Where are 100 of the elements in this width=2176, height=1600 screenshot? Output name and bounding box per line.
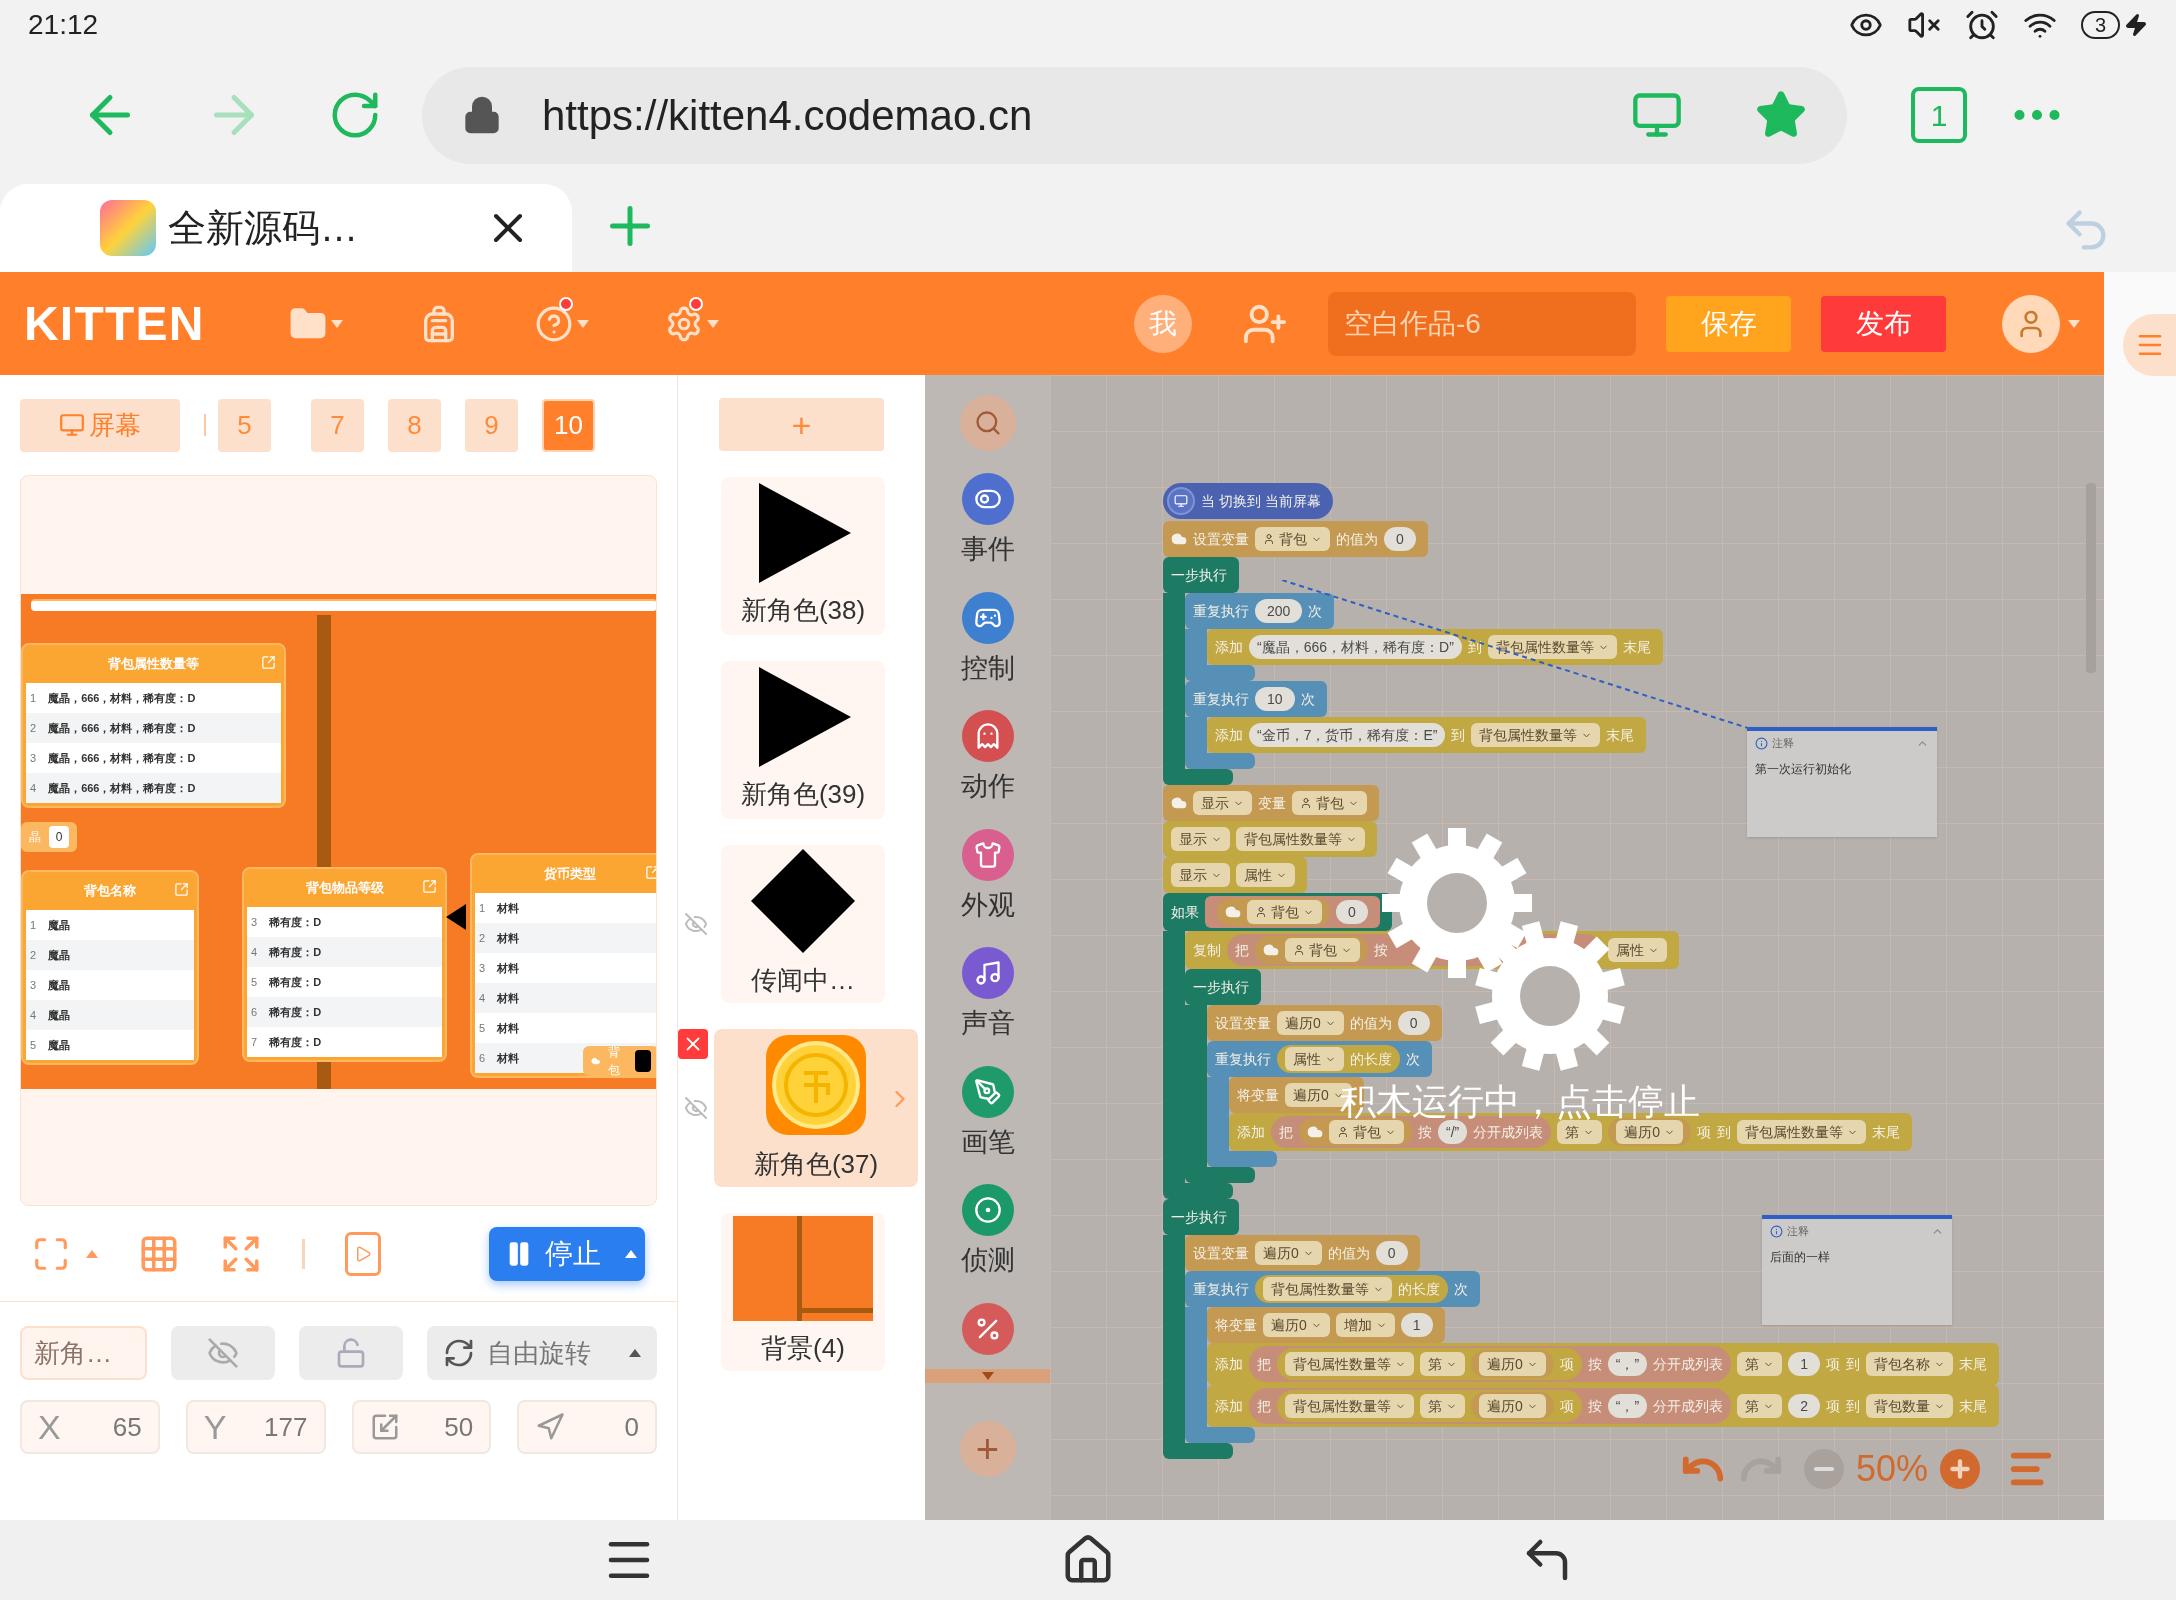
code-block[interactable]: 设置变量 遍历0 的值为 0 [1207, 1005, 1442, 1041]
code-block[interactable]: 重复执行 200 次 [1185, 593, 1335, 629]
block-dropdown[interactable]: 背包属性数量等 [1236, 827, 1365, 851]
export-icon[interactable] [261, 655, 276, 670]
number-input[interactable]: 1 [1788, 1352, 1820, 1376]
code-block[interactable]: 显示 变量 背包 [1163, 785, 1379, 821]
stop-button[interactable]: 停止 [489, 1226, 645, 1281]
text-input[interactable]: “金币，7，货币，稀有度：E” [1249, 723, 1446, 747]
address-bar[interactable]: https://kitten4.codemao.cn [422, 66, 1847, 164]
number-input[interactable]: 1 [1400, 1313, 1433, 1337]
hidden-icon[interactable] [684, 1096, 708, 1120]
number-input[interactable]: 2 [1788, 1394, 1820, 1418]
motion-category-button[interactable] [961, 710, 1014, 762]
block-dropdown[interactable]: 属性 [1236, 863, 1295, 887]
comment-note[interactable]: 注释 第一次运行初始化 [1747, 727, 1937, 837]
block-dropdown[interactable]: 显示 [1193, 791, 1252, 815]
rotation-dropdown[interactable]: 自由旋转 [427, 1326, 657, 1380]
sound-category-button[interactable] [961, 947, 1014, 999]
number-input[interactable]: 0 [1375, 1241, 1408, 1265]
event-category-button[interactable] [961, 473, 1014, 525]
code-block[interactable]: 如果 背包 0 [1163, 893, 1392, 931]
block-dropdown[interactable]: 背包属性数量等 [1285, 1352, 1414, 1376]
text-input[interactable]: “，” [1607, 1352, 1648, 1376]
block-dropdown[interactable]: 背包 [1247, 900, 1322, 924]
code-block[interactable]: 显示 属性 [1163, 857, 1307, 893]
number-input[interactable]: 10 [1255, 687, 1295, 711]
block-dropdown[interactable]: 背包属性数量等 [1471, 723, 1601, 747]
block-dropdown[interactable]: 背包数量 [1865, 1394, 1953, 1418]
number-input[interactable]: 200 [1255, 599, 1303, 623]
reporter-block[interactable]: 属性 的长度 [1277, 1045, 1400, 1073]
category-label[interactable]: 声音 [960, 1003, 1015, 1044]
code-block[interactable]: 显示 背包属性数量等 [1163, 821, 1377, 857]
reporter-block[interactable]: 背包属性数量等 第 遍历0 项 [1277, 1348, 1582, 1380]
block-dropdown[interactable]: 背包名称 [1865, 1352, 1953, 1376]
code-block[interactable]: 将变量 遍历0 增加 1 [1207, 1307, 1445, 1343]
category-label[interactable]: 画笔 [960, 1121, 1015, 1162]
block-dropdown[interactable]: 第 [1557, 1120, 1603, 1144]
block-dropdown[interactable]: 显示 [1171, 827, 1230, 851]
export-icon[interactable] [422, 879, 437, 894]
block-dropdown[interactable]: 遍历0 [1479, 1394, 1546, 1418]
reporter-block[interactable]: 遍历0 [1608, 1118, 1691, 1146]
block-dropdown[interactable]: 背包 [1285, 938, 1360, 962]
category-label[interactable]: 侦测 [960, 1240, 1015, 1281]
text-input[interactable]: “/” [1438, 1120, 1468, 1144]
direction-field[interactable]: 0 [517, 1400, 657, 1454]
sensing-category-button[interactable] [961, 1184, 1014, 1236]
reporter-block[interactable]: 背包 [1217, 898, 1330, 926]
unlock-button[interactable] [299, 1326, 403, 1380]
category-label[interactable]: 动作 [960, 766, 1015, 807]
publish-button[interactable]: 发布 [1821, 295, 1946, 352]
sprite-card[interactable]: 传闻中… [721, 845, 885, 1003]
reporter-block[interactable]: 遍历0 [1471, 1392, 1554, 1420]
category-label[interactable]: 控制 [960, 647, 1015, 688]
block-dropdown[interactable]: 增加 [1335, 1313, 1395, 1337]
sprite-card[interactable]: 背景(4) [721, 1213, 885, 1371]
reporter-block[interactable]: 遍历0 [1471, 1350, 1554, 1378]
block-dropdown[interactable]: 遍历0 [1255, 1241, 1322, 1265]
hidden-icon[interactable] [684, 912, 708, 936]
y-field[interactable]: Y 177 [185, 1400, 326, 1454]
code-block[interactable]: 添加 把 背包属性数量等 第 遍历0 项 按 “，” 分开成列表 第 1 项 到 背包名称 末尾 [1207, 1343, 1999, 1385]
reporter-block[interactable]: 背包属性数量等 第 遍历0 项 [1277, 1390, 1582, 1422]
code-block[interactable]: 一步执行 [1185, 969, 1261, 1005]
code-block[interactable]: 重复执行 10 次 [1185, 681, 1327, 717]
block-dropdown[interactable]: 第 [1737, 1394, 1783, 1418]
text-input[interactable]: “，” [1607, 1394, 1648, 1418]
eye-off-button[interactable] [171, 1326, 275, 1380]
block-dropdown[interactable]: 属性 [1285, 1047, 1344, 1071]
text-input[interactable]: “魔晶，666，材料，稀有度：D” [1249, 635, 1462, 659]
browser-tab[interactable]: 全新源码… [0, 184, 572, 272]
category-label[interactable]: 外观 [960, 884, 1015, 925]
block-dropdown[interactable]: 背包 [1292, 791, 1367, 815]
block-dropdown[interactable]: 属性 [1608, 938, 1667, 962]
help-menu[interactable] [534, 304, 589, 343]
export-icon[interactable] [645, 865, 656, 880]
hat-block[interactable]: 当 切换到 当前屏幕 [1163, 483, 1333, 519]
code-block[interactable]: 设置变量 遍历0 的值为 0 [1185, 1235, 1420, 1271]
block-dropdown[interactable]: 遍历0 [1277, 1011, 1344, 1035]
block-dropdown[interactable]: 背包属性数量等 [1263, 1277, 1392, 1301]
zoom-in-button[interactable] [1940, 1449, 1980, 1489]
export-icon[interactable] [174, 882, 189, 897]
code-block[interactable]: 一步执行 [1163, 557, 1239, 593]
sprite-card[interactable]: 新角色(38) [721, 477, 885, 635]
block-dropdown[interactable]: 第 [1737, 1352, 1783, 1376]
code-block[interactable]: 设置变量 背包 的值为 0 [1163, 521, 1428, 557]
code-block[interactable]: 重复执行 属性 的长度 次 [1207, 1041, 1432, 1077]
number-input[interactable]: 0 [1336, 900, 1368, 924]
block-dropdown[interactable]: 背包 [1329, 1120, 1404, 1144]
reporter-block[interactable]: 把 背包属性数量等 第 遍历0 项 按 “，” 分开成列表 [1249, 1388, 1732, 1424]
sprite-name-field[interactable]: 新角… [20, 1326, 147, 1380]
block-dropdown[interactable]: 背包属性数量等 [1285, 1394, 1414, 1418]
block-dropdown[interactable]: 背包 [1255, 527, 1330, 551]
zoom-out-button[interactable] [1803, 1449, 1844, 1489]
code-block[interactable]: 添加 把 背包属性数量等 第 遍历0 项 按 “，” 分开成列表 第 2 项 到 背包数量 末尾 [1207, 1385, 1999, 1427]
code-block[interactable]: 添加 “金币，7，货币，稀有度：E” 到 背包属性数量等 末尾 [1207, 717, 1647, 753]
sprite-card[interactable]: 新角色(37) [714, 1029, 918, 1187]
reporter-block[interactable]: 背包属性数量等 的长度 [1255, 1275, 1448, 1303]
category-label[interactable]: 事件 [960, 529, 1015, 570]
block-dropdown[interactable]: 遍历0 [1616, 1120, 1683, 1144]
condition-block[interactable]: 背包 0 [1205, 896, 1380, 928]
delete-button[interactable] [678, 1029, 708, 1059]
